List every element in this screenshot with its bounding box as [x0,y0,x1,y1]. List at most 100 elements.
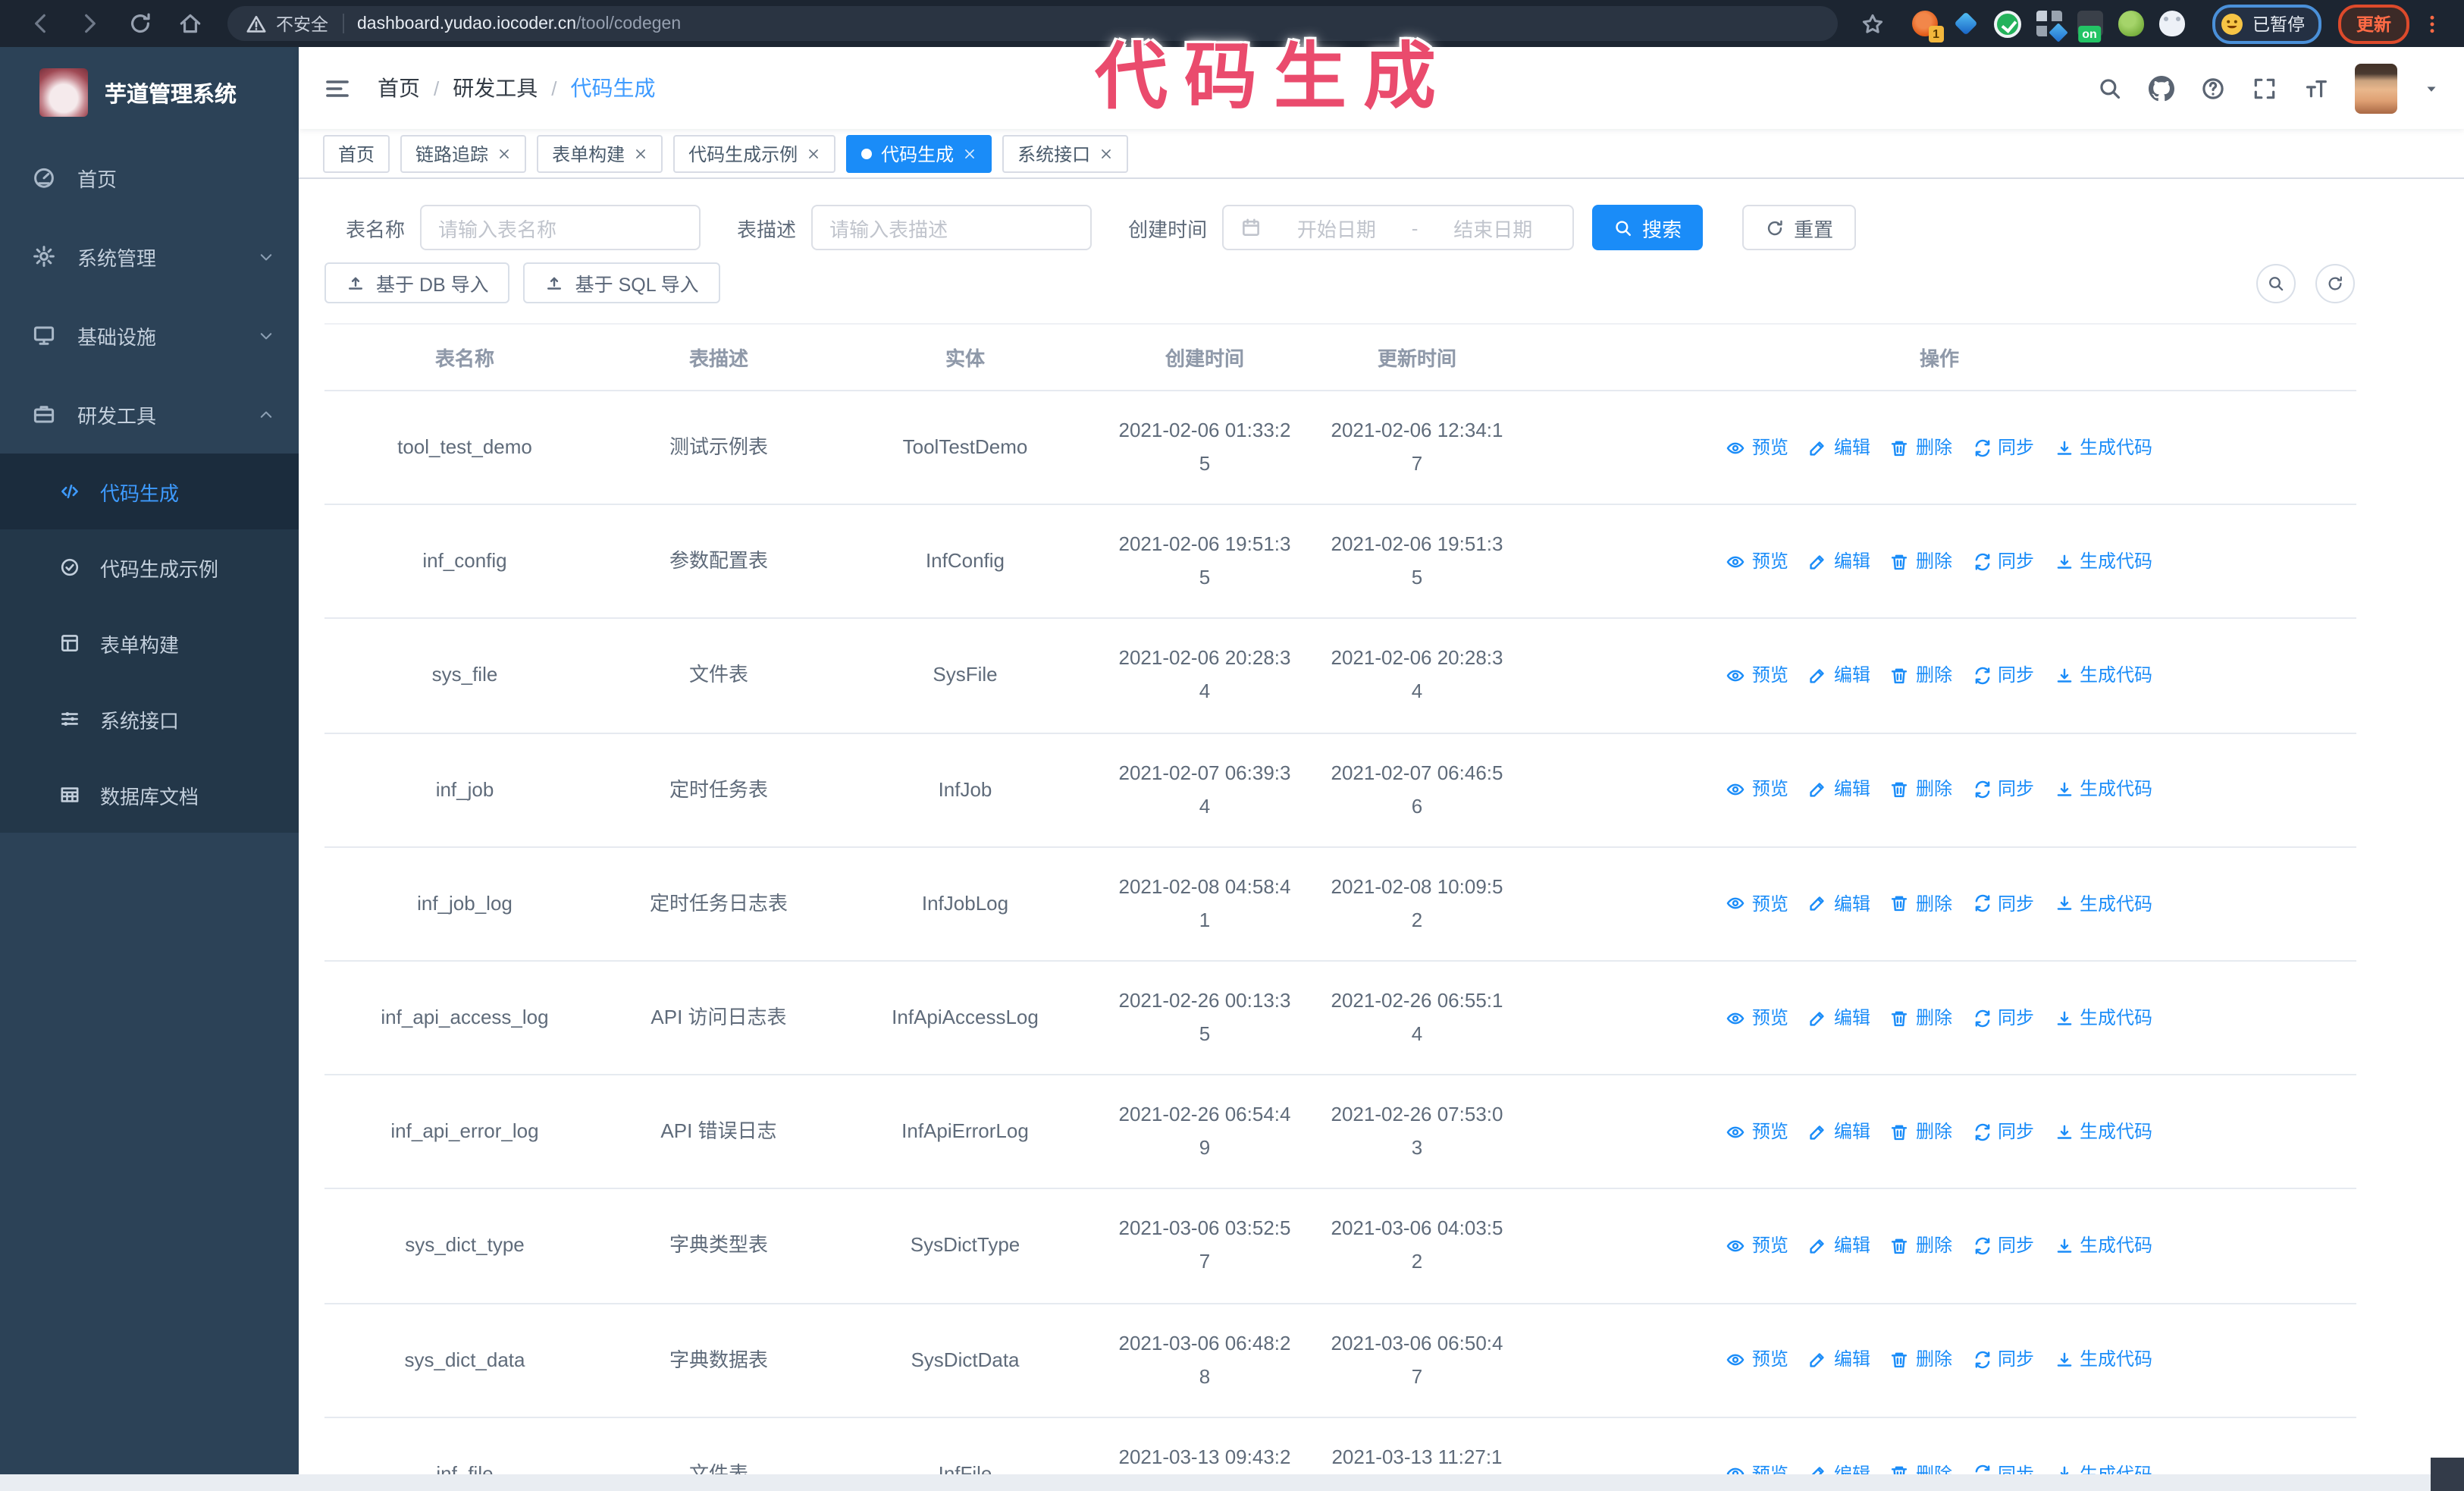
tab[interactable]: 链路追踪 [400,134,527,172]
refresh-table-button[interactable] [2315,263,2355,303]
github-icon[interactable] [2149,75,2174,101]
action-download[interactable]: 生成代码 [2054,661,2152,692]
action-trash[interactable]: 删除 [1890,1345,1952,1376]
action-download[interactable]: 生成代码 [2054,432,2152,463]
search-button[interactable]: 搜索 [1592,205,1704,250]
breadcrumb-item[interactable]: 首页 [378,73,420,103]
action-download[interactable]: 生成代码 [2054,1003,2152,1034]
action-edit[interactable]: 编辑 [1808,1230,1870,1261]
action-edit[interactable]: 编辑 [1808,546,1870,577]
action-trash[interactable]: 删除 [1890,774,1952,805]
action-sync[interactable]: 同步 [1972,888,2034,919]
tab-close-icon[interactable] [1099,146,1113,160]
action-sync[interactable]: 同步 [1972,1003,2034,1034]
action-edit[interactable]: 编辑 [1808,432,1870,463]
column-header[interactable]: 实体 [832,323,1098,391]
action-download[interactable]: 生成代码 [2054,888,2152,919]
sidebar-subitem-form[interactable]: 表单构建 [0,605,299,681]
avatar[interactable] [2355,63,2397,113]
action-eye[interactable]: 预览 [1726,432,1788,463]
column-header[interactable]: 表名称 [324,323,605,391]
action-download[interactable]: 生成代码 [2054,1116,2152,1147]
sidebar-item-suitcase[interactable]: 研发工具 [0,375,299,454]
sidebar-subitem-example[interactable]: 代码生成示例 [0,529,299,605]
sidebar-subitem-code[interactable]: 代码生成 [0,454,299,529]
action-sync[interactable]: 同步 [1972,1230,2034,1261]
extension-icon-diamond[interactable] [1952,11,1978,36]
breadcrumb-item[interactable]: 代码生成 [571,73,656,103]
table-row[interactable]: sys_file 文件表 Sys​File 2021-02-06 20:28:3… [324,618,2356,734]
sidebar-item-dashboard[interactable]: 首页 [0,138,299,217]
table-row[interactable]: inf_config 参数配置表 InfConfig 2021-02-06 19… [324,504,2356,620]
extension-icon-grid[interactable] [2036,11,2061,36]
tab-close-icon[interactable] [807,146,820,160]
table-row[interactable]: inf_api_access_log API 访问日志表 InfApiAcces… [324,960,2356,1076]
action-eye[interactable]: 预览 [1726,774,1788,805]
action-trash[interactable]: 删除 [1890,1003,1952,1034]
action-download[interactable]: 生成代码 [2054,546,2152,577]
sidebar-item-monitor[interactable]: 基础设施 [0,296,299,375]
import-sql-button[interactable]: 基于 SQL 导入 [523,262,720,303]
action-eye[interactable]: 预览 [1726,661,1788,692]
action-edit[interactable]: 编辑 [1808,661,1870,692]
table-row[interactable]: sys_dict_data 字典数据表 SysDictData 2021-03-… [324,1303,2356,1418]
column-header[interactable]: 表描述 [605,323,832,391]
action-trash[interactable]: 删除 [1890,432,1952,463]
table-row[interactable]: sys_dict_type 字典类型表 SysDictType 2021-03-… [324,1188,2356,1304]
action-edit[interactable]: 编辑 [1808,774,1870,805]
column-header[interactable]: 更新时间 [1312,323,1522,391]
address-bar[interactable]: 不安全 dashboard.yudao.iocoder.cn/tool/code… [227,6,1837,41]
action-edit[interactable]: 编辑 [1808,1003,1870,1034]
extension-icon-paw[interactable] [2158,11,2184,36]
import-db-button[interactable]: 基于 DB 导入 [324,262,510,303]
table-row[interactable]: inf_api_error_log API 错误日志 InfApiErrorLo… [324,1075,2356,1190]
extension-icon-green-check[interactable] [1993,10,2020,37]
tab[interactable]: 代码生成示例 [673,134,836,172]
action-download[interactable]: 生成代码 [2054,774,2152,805]
table-name-input[interactable]: 请输入表名称 [420,205,701,250]
fullscreen-icon[interactable] [2252,75,2277,101]
extension-icon-dark-on[interactable]: on [2077,11,2102,42]
profile-chip[interactable]: 已暂停 [2212,4,2321,43]
browser-forward-icon[interactable] [77,11,103,36]
action-eye[interactable]: 预览 [1726,1345,1788,1376]
table-row[interactable]: inf_job_log 定时任务日志表 InfJobLog 2021-02-08… [324,846,2356,962]
action-eye[interactable]: 预览 [1726,546,1788,577]
column-header[interactable]: 创建时间 [1098,323,1312,391]
browser-back-icon[interactable] [27,11,53,36]
tab[interactable]: 系统接口 [1002,134,1129,172]
browser-home-icon[interactable] [177,11,203,36]
action-trash[interactable]: 删除 [1890,888,1952,919]
table-row[interactable]: inf_job 定时任务表 InfJob 2021-02-07 06:39:34… [324,733,2356,848]
breadcrumb-item[interactable]: 研发工具 [453,73,538,103]
column-header[interactable]: 操作 [1522,323,2356,391]
help-icon[interactable] [2200,75,2226,101]
date-range-input[interactable]: 开始日期 - 结束日期 [1222,205,1575,250]
sidebar-subitem-api[interactable]: 系统接口 [0,681,299,757]
action-sync[interactable]: 同步 [1972,1116,2034,1147]
extension-icon-orange[interactable]: 1 [1911,11,1943,42]
tab[interactable]: 首页 [323,134,390,172]
url-text[interactable]: dashboard.yudao.iocoder.cn/tool/codegen [357,14,681,33]
action-edit[interactable]: 编辑 [1808,1345,1870,1376]
reset-button[interactable]: 重置 [1742,205,1857,250]
collapse-sidebar-icon[interactable] [323,74,352,102]
table-row[interactable]: tool_test_demo 测试示例表 ToolTestDemo 2021-0… [324,391,2356,506]
tab[interactable]: 代码生成 [846,134,992,172]
avatar-caret-icon[interactable] [2423,80,2440,96]
action-edit[interactable]: 编辑 [1808,888,1870,919]
tab-close-icon[interactable] [963,146,977,160]
action-sync[interactable]: 同步 [1972,774,2034,805]
font-size-icon[interactable] [2303,75,2329,101]
action-trash[interactable]: 删除 [1890,661,1952,692]
browser-menu-icon[interactable] [2422,11,2443,36]
action-sync[interactable]: 同步 [1972,1345,2034,1376]
browser-update-button[interactable]: 更新 [2338,4,2409,43]
action-sync[interactable]: 同步 [1972,546,2034,577]
sidebar-item-gear[interactable]: 系统管理 [0,217,299,296]
tab-close-icon[interactable] [497,146,511,160]
extension-icon-green-pet[interactable] [2118,11,2143,36]
action-download[interactable]: 生成代码 [2054,1230,2152,1261]
table-desc-input[interactable]: 请输入表描述 [811,205,1092,250]
action-sync[interactable]: 同步 [1972,661,2034,692]
